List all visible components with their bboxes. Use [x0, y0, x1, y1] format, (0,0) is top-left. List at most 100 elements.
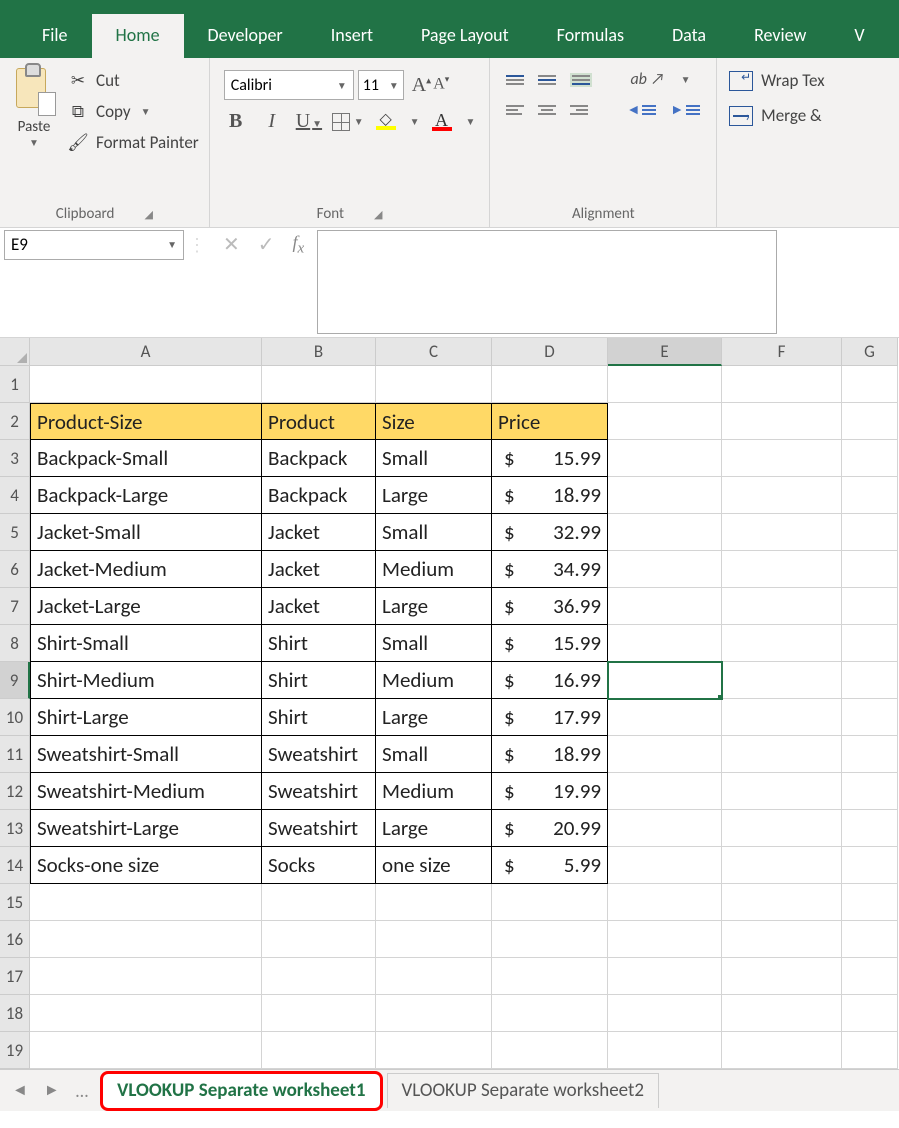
wrap-text-button[interactable]: Wrap Tex [729, 70, 824, 91]
cell-B16[interactable] [262, 921, 376, 958]
font-color-button[interactable]: A [432, 113, 452, 131]
row-header[interactable]: 14 [0, 847, 30, 884]
row-header[interactable]: 8 [0, 625, 30, 662]
cell-F4[interactable] [722, 477, 842, 514]
cell-D18[interactable] [492, 995, 608, 1032]
chevron-down-icon[interactable]: ▼ [681, 73, 691, 86]
fill-color-button[interactable]: ◇ [376, 114, 396, 130]
cell-C15[interactable] [376, 884, 492, 921]
cell-A11[interactable]: Sweatshirt-Small [30, 736, 262, 773]
cell-E13[interactable] [608, 810, 722, 847]
row-header[interactable]: 7 [0, 588, 30, 625]
cell-F11[interactable] [722, 736, 842, 773]
cell-F12[interactable] [722, 773, 842, 810]
align-top-button[interactable] [506, 75, 524, 85]
cell-B6[interactable]: Jacket [262, 551, 376, 588]
cell-F10[interactable] [722, 699, 842, 736]
cell-E18[interactable] [608, 995, 722, 1032]
cell-B18[interactable] [262, 995, 376, 1032]
cell-F18[interactable] [722, 995, 842, 1032]
row-header[interactable]: 6 [0, 551, 30, 588]
cell-C7[interactable]: Large [376, 588, 492, 625]
cell-A8[interactable]: Shirt-Small [30, 625, 262, 662]
col-header-f[interactable]: F [722, 338, 842, 366]
cell-C10[interactable]: Large [376, 699, 492, 736]
paste-button[interactable]: Paste ▼ [6, 62, 64, 149]
chevron-down-icon[interactable]: ▼ [466, 115, 476, 128]
sheet-tab-active[interactable]: VLOOKUP Separate worksheet1 [100, 1071, 382, 1111]
cell-C9[interactable]: Medium [376, 662, 492, 699]
cell-G6[interactable] [842, 551, 898, 588]
row-header[interactable]: 5 [0, 514, 30, 551]
row-header[interactable]: 2 [0, 403, 30, 440]
cell-E17[interactable] [608, 958, 722, 995]
cell-G8[interactable] [842, 625, 898, 662]
cell-E5[interactable] [608, 514, 722, 551]
cell-D5[interactable]: $ 32.99 [492, 514, 608, 551]
cell-B15[interactable] [262, 884, 376, 921]
cell-C6[interactable]: Medium [376, 551, 492, 588]
cell-F3[interactable] [722, 440, 842, 477]
cell-G3[interactable] [842, 440, 898, 477]
font-launcher[interactable]: ◢ [374, 208, 382, 221]
cell-C14[interactable]: one size [376, 847, 492, 884]
cell-G5[interactable] [842, 514, 898, 551]
row-header[interactable]: 15 [0, 884, 30, 921]
cell-D14[interactable]: $ 5.99 [492, 847, 608, 884]
row-header[interactable]: 16 [0, 921, 30, 958]
cell-E3[interactable] [608, 440, 722, 477]
copy-dropdown[interactable]: ▼ [141, 105, 151, 118]
cell-C11[interactable]: Small [376, 736, 492, 773]
cell-E6[interactable] [608, 551, 722, 588]
cell-G9[interactable] [842, 662, 898, 699]
copy-button[interactable]: ⧉Copy▼ [68, 101, 199, 122]
tab-formulas[interactable]: Formulas [533, 14, 648, 58]
row-header[interactable]: 18 [0, 995, 30, 1032]
cancel-formula-button[interactable]: ✕ [223, 232, 240, 257]
cell-F14[interactable] [722, 847, 842, 884]
align-left-button[interactable] [506, 105, 524, 115]
cell-F5[interactable] [722, 514, 842, 551]
grow-font-button[interactable]: A▴ [412, 74, 431, 97]
row-header[interactable]: 3 [0, 440, 30, 477]
tab-review[interactable]: Review [730, 14, 830, 58]
cell-A12[interactable]: Sweatshirt-Medium [30, 773, 262, 810]
sheet-tab-inactive[interactable]: VLOOKUP Separate worksheet2 [387, 1073, 659, 1108]
cell-G16[interactable] [842, 921, 898, 958]
cell-D8[interactable]: $ 15.99 [492, 625, 608, 662]
cell-F19[interactable] [722, 1032, 842, 1069]
cell-B17[interactable] [262, 958, 376, 995]
cell-E1[interactable] [608, 366, 722, 403]
cell-A9[interactable]: Shirt-Medium [30, 662, 262, 699]
cell-G7[interactable] [842, 588, 898, 625]
format-painter-button[interactable]: 🖌Format Painter [68, 132, 199, 153]
cell-B9[interactable]: Shirt [262, 662, 376, 699]
cell-B8[interactable]: Shirt [262, 625, 376, 662]
cell-A18[interactable] [30, 995, 262, 1032]
clipboard-launcher[interactable]: ◢ [144, 208, 152, 221]
align-middle-button[interactable] [538, 75, 556, 85]
align-center-button[interactable] [538, 105, 556, 115]
cell-F7[interactable] [722, 588, 842, 625]
cell-F17[interactable] [722, 958, 842, 995]
font-name-select[interactable]: Calibri▼ [224, 70, 354, 100]
cell-G17[interactable] [842, 958, 898, 995]
cell-C19[interactable] [376, 1032, 492, 1069]
cell-G15[interactable] [842, 884, 898, 921]
cell-G10[interactable] [842, 699, 898, 736]
cell-B4[interactable]: Backpack [262, 477, 376, 514]
cell-D2[interactable]: Price [492, 403, 608, 440]
cell-E4[interactable] [608, 477, 722, 514]
row-header[interactable]: 1 [0, 366, 30, 403]
cell-F8[interactable] [722, 625, 842, 662]
cell-C17[interactable] [376, 958, 492, 995]
cell-A13[interactable]: Sweatshirt-Large [30, 810, 262, 847]
row-header[interactable]: 10 [0, 699, 30, 736]
cell-D16[interactable] [492, 921, 608, 958]
cell-E12[interactable] [608, 773, 722, 810]
merge-center-button[interactable]: Merge & [729, 105, 821, 126]
cell-D12[interactable]: $ 19.99 [492, 773, 608, 810]
align-bottom-button[interactable] [570, 73, 592, 87]
formula-bar[interactable] [317, 230, 777, 334]
cell-B7[interactable]: Jacket [262, 588, 376, 625]
